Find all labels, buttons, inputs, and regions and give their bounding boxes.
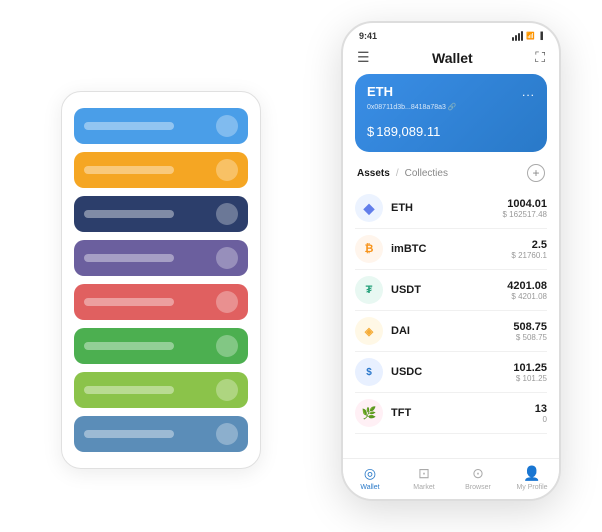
usdt-token-name: USDT <box>391 284 421 296</box>
usdc-amount: 101.25 <box>513 362 547 374</box>
assets-tabs: Assets / Collecties <box>357 168 448 179</box>
tft-token-icon: 🌿 <box>355 399 383 427</box>
eth-card-address: 0x08711d3b...8418a78a3 🔗 <box>367 103 535 111</box>
stack-row-6 <box>74 372 248 408</box>
usdc-token-name: USDC <box>391 366 422 378</box>
hamburger-icon[interactable]: ☰ <box>357 49 370 66</box>
asset-left-imbtc: ₿ imBTC <box>355 235 426 263</box>
stack-row-4 <box>74 284 248 320</box>
add-asset-button[interactable]: + <box>527 164 545 182</box>
stack-row-3 <box>74 240 248 276</box>
tab-market[interactable]: ⊡ Market <box>397 465 451 491</box>
eth-card-name: ETH <box>367 84 393 99</box>
asset-item-dai[interactable]: ◈ DAI 508.75 $ 508.75 <box>355 311 547 352</box>
asset-right-imbtc: 2.5 $ 21760.1 <box>511 239 547 260</box>
expand-icon[interactable]: ⛶ <box>535 49 545 66</box>
status-bar: 9:41 📶 ▐ <box>343 23 559 45</box>
imbtc-usd: $ 21760.1 <box>511 251 547 260</box>
tft-token-name: TFT <box>391 407 411 419</box>
asset-item-tft[interactable]: 🌿 TFT 13 0 <box>355 393 547 434</box>
asset-left-dai: ◈ DAI <box>355 317 410 345</box>
eth-token-name: ETH <box>391 202 413 214</box>
imbtc-token-icon: ₿ <box>355 235 383 263</box>
profile-tab-icon: 👤 <box>523 465 540 482</box>
asset-right-usdt: 4201.08 $ 4201.08 <box>507 280 547 301</box>
dai-amount: 508.75 <box>513 321 547 333</box>
wallet-tab-icon: ◎ <box>364 465 376 482</box>
market-tab-icon: ⊡ <box>418 465 430 482</box>
profile-tab-label: My Profile <box>516 484 547 491</box>
tab-browser[interactable]: ⊙ Browser <box>451 465 505 491</box>
tft-usd: 0 <box>535 415 547 424</box>
usdt-usd: $ 4201.08 <box>507 292 547 301</box>
usdc-token-icon: $ <box>355 358 383 386</box>
tab-bar: ◎ Wallet ⊡ Market ⊙ Browser 👤 My Profile <box>343 458 559 499</box>
dai-token-icon: ◈ <box>355 317 383 345</box>
asset-right-tft: 13 0 <box>535 403 547 424</box>
assets-header: Assets / Collecties + <box>343 160 559 188</box>
eth-token-icon: ◆ <box>355 194 383 222</box>
tab-wallet[interactable]: ◎ Wallet <box>343 465 397 491</box>
tab-assets[interactable]: Assets <box>357 168 390 179</box>
eth-card-balance: $189,089.11 <box>367 119 535 142</box>
signal-icon <box>512 31 523 41</box>
tft-amount: 13 <box>535 403 547 415</box>
app-header: ☰ Wallet ⛶ <box>343 45 559 74</box>
card-stack <box>61 91 261 469</box>
stack-row-2 <box>74 196 248 232</box>
balance-symbol: $ <box>367 124 374 139</box>
balance-amount: 189,089.11 <box>376 124 440 139</box>
usdt-token-icon: ₮ <box>355 276 383 304</box>
tab-collectibles[interactable]: Collecties <box>405 168 448 179</box>
scene: 9:41 📶 ▐ ☰ Wallet ⛶ ETH ... <box>11 11 591 521</box>
dai-token-name: DAI <box>391 325 410 337</box>
stack-row-5 <box>74 328 248 364</box>
asset-item-usdt[interactable]: ₮ USDT 4201.08 $ 4201.08 <box>355 270 547 311</box>
asset-item-eth[interactable]: ◆ ETH 1004.01 $ 162517.48 <box>355 188 547 229</box>
asset-left-usdt: ₮ USDT <box>355 276 421 304</box>
asset-right-eth: 1004.01 $ 162517.48 <box>503 198 548 219</box>
tab-separator: / <box>396 168 399 179</box>
asset-left-eth: ◆ ETH <box>355 194 413 222</box>
imbtc-token-name: imBTC <box>391 243 426 255</box>
usdt-amount: 4201.08 <box>507 280 547 292</box>
asset-list: ◆ ETH 1004.01 $ 162517.48 ₿ imBTC 2.5 $ … <box>343 188 559 458</box>
wallet-tab-label: Wallet <box>360 484 379 491</box>
browser-tab-label: Browser <box>465 484 491 491</box>
asset-item-imbtc[interactable]: ₿ imBTC 2.5 $ 21760.1 <box>355 229 547 270</box>
market-tab-label: Market <box>413 484 434 491</box>
status-time: 9:41 <box>359 31 377 41</box>
page-title: Wallet <box>432 50 473 66</box>
asset-left-usdc: $ USDC <box>355 358 422 386</box>
eth-amount: 1004.01 <box>503 198 548 210</box>
asset-item-usdc[interactable]: $ USDC 101.25 $ 101.25 <box>355 352 547 393</box>
wifi-icon: 📶 <box>526 32 535 40</box>
asset-left-tft: 🌿 TFT <box>355 399 411 427</box>
tab-profile[interactable]: 👤 My Profile <box>505 465 559 491</box>
eth-card-menu[interactable]: ... <box>522 85 535 99</box>
imbtc-amount: 2.5 <box>511 239 547 251</box>
dai-usd: $ 508.75 <box>513 333 547 342</box>
battery-icon: ▐ <box>538 33 543 40</box>
stack-row-7 <box>74 416 248 452</box>
eth-usd: $ 162517.48 <box>503 210 548 219</box>
eth-card[interactable]: ETH ... 0x08711d3b...8418a78a3 🔗 $189,08… <box>355 74 547 152</box>
asset-right-usdc: 101.25 $ 101.25 <box>513 362 547 383</box>
asset-right-dai: 508.75 $ 508.75 <box>513 321 547 342</box>
stack-row-0 <box>74 108 248 144</box>
status-icons: 📶 ▐ <box>512 31 543 41</box>
phone: 9:41 📶 ▐ ☰ Wallet ⛶ ETH ... <box>341 21 561 501</box>
usdc-usd: $ 101.25 <box>513 374 547 383</box>
browser-tab-icon: ⊙ <box>472 465 484 482</box>
stack-row-1 <box>74 152 248 188</box>
